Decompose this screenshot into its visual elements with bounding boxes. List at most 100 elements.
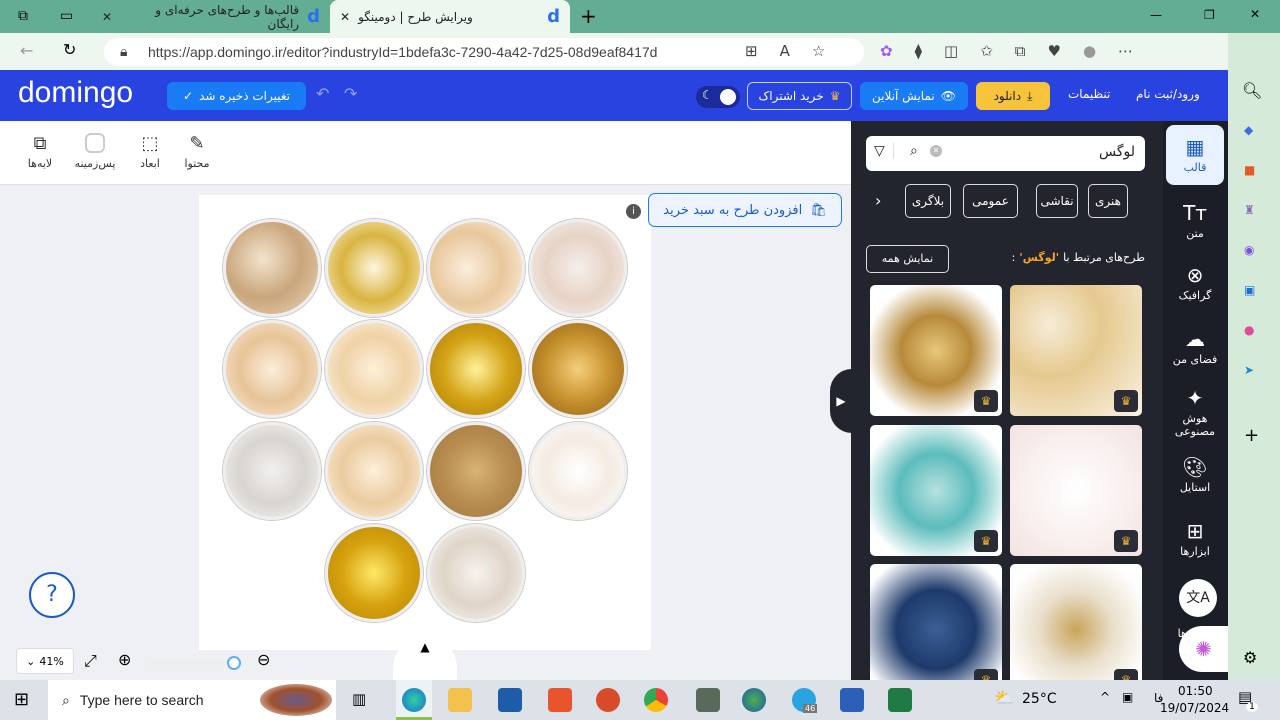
design-circle[interactable]: [223, 422, 321, 520]
search-input[interactable]: لوگس: [1099, 144, 1135, 160]
rail-ai[interactable]: ✦ هوش مصنوعی: [1166, 386, 1224, 438]
domingo-logo[interactable]: domingo: [18, 76, 133, 110]
designer-icon[interactable]: ●: [1244, 323, 1254, 337]
redo-icon[interactable]: ↷: [344, 84, 357, 103]
rail-graphics[interactable]: ⊗ گرافیک: [1166, 263, 1224, 302]
outlook-icon[interactable]: ▣: [1244, 283, 1255, 297]
chrome-icon[interactable]: [644, 688, 668, 712]
zoom-in-icon[interactable]: ⊕: [118, 650, 131, 669]
chip-art[interactable]: هنری: [1088, 184, 1128, 218]
undo-icon[interactable]: ↶: [316, 84, 329, 103]
excel-icon[interactable]: [888, 688, 912, 712]
restore-icon[interactable]: ❐: [1204, 8, 1215, 22]
design-circle[interactable]: [325, 219, 423, 317]
translate-button[interactable]: 文A: [1179, 579, 1217, 617]
network-icon[interactable]: ▣: [1122, 690, 1133, 704]
design-circle[interactable]: [325, 422, 423, 520]
theme-toggle[interactable]: ☾: [696, 86, 740, 108]
add-icon[interactable]: +: [1244, 425, 1259, 446]
tab-editor[interactable]: d ویرایش طرح | دومینگو ✕: [330, 0, 570, 33]
collapse-panel-button[interactable]: ▶: [830, 369, 852, 433]
toolbar-content[interactable]: ✎ محتوا: [172, 133, 222, 170]
performance-icon[interactable]: ♥: [1047, 42, 1060, 60]
design-circle[interactable]: [325, 320, 423, 418]
collections-icon[interactable]: ⧉: [1015, 42, 1026, 60]
toolbar-layers[interactable]: ⧉ لایه‌ها: [15, 133, 65, 170]
workspaces-icon[interactable]: ⧉: [18, 8, 28, 24]
template-thumbnail[interactable]: ♛: [870, 564, 1002, 695]
search-icon[interactable]: ⌕: [910, 143, 918, 159]
task-view-icon[interactable]: ▥: [352, 690, 366, 708]
design-circle[interactable]: [529, 422, 627, 520]
design-page[interactable]: [199, 195, 651, 650]
new-tab-icon[interactable]: +: [580, 4, 597, 28]
rail-style[interactable]: 🎨︎ استایل: [1166, 455, 1224, 494]
zoom-slider[interactable]: [148, 656, 241, 670]
windows-start-icon[interactable]: ⊞: [14, 689, 29, 710]
preview-button[interactable]: 👁︎ نمایش آنلاین: [860, 82, 968, 110]
design-circle[interactable]: [427, 422, 525, 520]
tab-actions-icon[interactable]: ▭: [60, 8, 73, 24]
filter-icon[interactable]: ▽: [874, 143, 894, 159]
more-icon[interactable]: ⋯: [1118, 42, 1133, 60]
rail-uploads[interactable]: ☁ فضای من: [1166, 327, 1224, 366]
saved-status-button[interactable]: تغییرات ذخیره شد ✓: [167, 82, 306, 110]
info-icon[interactable]: i: [626, 204, 641, 219]
toolbar-resize[interactable]: ⬚ ابعاد: [125, 133, 175, 170]
profile-icon[interactable]: ●: [1083, 42, 1096, 60]
word-icon[interactable]: [840, 688, 864, 712]
chip-general[interactable]: عمومی: [963, 184, 1018, 218]
tools-icon[interactable]: ■: [1244, 163, 1255, 177]
psiphon-icon[interactable]: [596, 688, 620, 712]
edge-taskbar-button[interactable]: [396, 680, 432, 720]
add-to-cart-button[interactable]: 🛍︎ افزودن طرح به سبد خرید: [648, 193, 842, 227]
close-window-icon[interactable]: ✕: [1250, 7, 1260, 21]
rail-text[interactable]: Tт متن: [1166, 201, 1224, 240]
design-circle[interactable]: [223, 320, 321, 418]
weather-temp[interactable]: 25°C: [1022, 691, 1057, 707]
chip-painting[interactable]: نقاشی: [1036, 184, 1078, 218]
template-thumbnail[interactable]: ♛: [870, 285, 1002, 416]
rail-templates[interactable]: ▦ قالب: [1166, 125, 1224, 185]
zoom-slider-handle[interactable]: [226, 656, 241, 670]
settings-link[interactable]: تنظیمات: [1068, 87, 1110, 101]
clock-time[interactable]: 01:50: [1178, 684, 1213, 698]
template-thumbnail[interactable]: ♛: [1010, 425, 1142, 556]
store-icon[interactable]: [498, 688, 522, 712]
clear-icon[interactable]: ✕: [930, 145, 942, 157]
login-link[interactable]: ورود/ثبت نام: [1136, 87, 1200, 101]
settings-icon[interactable]: ⚙: [1243, 648, 1257, 667]
games-icon[interactable]: ♜: [1244, 203, 1255, 217]
download-button[interactable]: ⤓ دانلود: [976, 82, 1050, 110]
chevron-right-icon[interactable]: ›: [875, 191, 881, 210]
close-tab-icon[interactable]: ✕: [340, 10, 350, 24]
back-icon[interactable]: ←: [20, 41, 33, 60]
clock-date[interactable]: 19/07/2024: [1160, 701, 1229, 715]
chip-blogging[interactable]: بلاگری: [905, 184, 951, 218]
fullscreen-icon[interactable]: ⤢: [84, 651, 97, 671]
help-button[interactable]: ?: [29, 572, 75, 618]
send-icon[interactable]: ➤: [1244, 363, 1254, 377]
split-screen-icon[interactable]: ◫: [944, 42, 958, 60]
design-circle[interactable]: [223, 219, 321, 317]
design-circle[interactable]: [427, 219, 525, 317]
refresh-icon[interactable]: ↻: [63, 40, 76, 59]
idm-icon[interactable]: [742, 688, 766, 712]
zoom-out-icon[interactable]: ⊖: [257, 650, 270, 669]
copilot-icon[interactable]: ✿: [880, 42, 893, 60]
show-all-button[interactable]: نمایش همه: [866, 245, 949, 273]
favorite-icon[interactable]: ☆: [812, 42, 825, 60]
read-aloud-icon[interactable]: A: [780, 42, 790, 60]
extensions-icon[interactable]: ⧫: [915, 42, 922, 60]
zoom-select[interactable]: ⌄ 41%: [16, 648, 74, 674]
app-icon[interactable]: [696, 688, 720, 712]
rail-tools[interactable]: ⊞ ابزارها: [1166, 519, 1224, 558]
search-icon[interactable]: 🔍︎: [1242, 81, 1262, 100]
design-circle[interactable]: [529, 219, 627, 317]
favorites-icon[interactable]: ✩: [980, 42, 993, 60]
close-tab-icon[interactable]: ✕: [102, 10, 112, 24]
template-thumbnail[interactable]: ♛: [1010, 564, 1142, 695]
design-circle[interactable]: [529, 320, 627, 418]
template-thumbnail[interactable]: ♛: [1010, 285, 1142, 416]
cclean-icon[interactable]: [548, 688, 572, 712]
